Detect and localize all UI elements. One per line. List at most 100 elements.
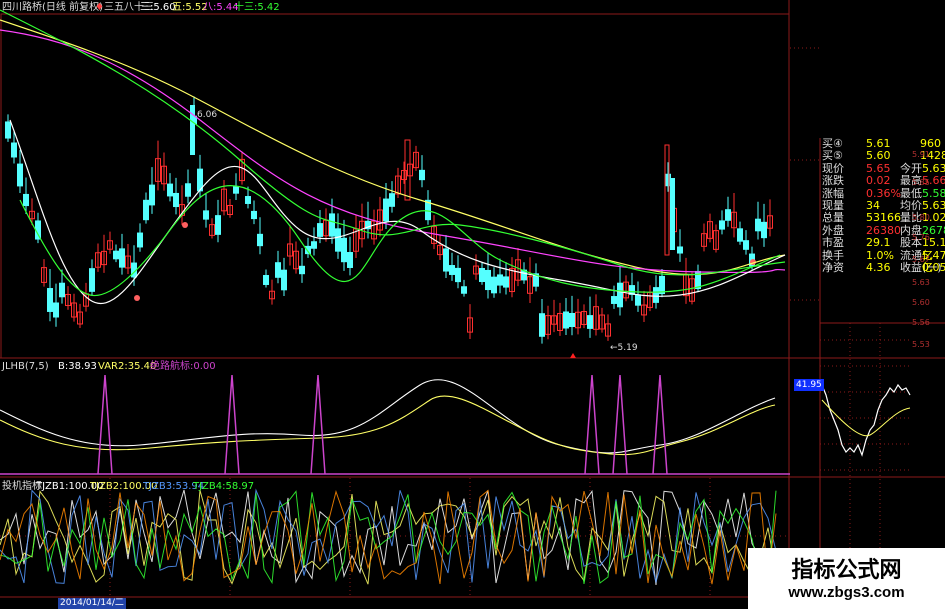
quote-label: 总量	[822, 211, 844, 225]
candle-body	[665, 173, 671, 187]
candle-body	[317, 223, 323, 237]
candle-body	[53, 302, 59, 318]
candle-body	[539, 313, 545, 337]
date-cursor-label: 2014/01/14/二	[58, 598, 126, 609]
moving-average-lines	[0, 9, 786, 304]
candle-body	[347, 252, 353, 268]
signal-spike	[652, 374, 668, 475]
candle-body	[5, 121, 11, 139]
signal-spike	[584, 374, 600, 475]
candle-body	[617, 282, 623, 308]
quote-label: 净资	[822, 260, 844, 274]
candle-body	[233, 186, 239, 194]
candle-body	[341, 237, 347, 263]
candle-body	[185, 183, 191, 197]
candle-body	[449, 265, 455, 275]
candle-body	[725, 209, 731, 221]
candle-body	[23, 193, 29, 207]
candle-body	[113, 250, 119, 260]
axis-tick-label: 5.91	[912, 150, 930, 159]
candle-body	[755, 218, 761, 232]
candlestick-series	[5, 96, 773, 358]
candle-body	[59, 282, 65, 298]
candle-body	[203, 210, 209, 220]
triangle-marker-icon	[570, 353, 576, 358]
candle-body	[419, 169, 425, 181]
watermark-url: www.zbgs3.com	[788, 584, 905, 601]
candle-body	[11, 142, 17, 158]
quote-value: 0.02	[866, 174, 891, 188]
candle-body	[563, 311, 569, 329]
candle-body	[17, 163, 23, 187]
candle-body	[670, 178, 675, 250]
candle-body	[485, 269, 491, 291]
signal-spike	[612, 374, 628, 475]
intraday-value-label: 41.95	[794, 379, 824, 391]
candle-body	[587, 315, 593, 329]
candle-body	[299, 265, 305, 275]
candle-body	[251, 210, 257, 220]
watermark-logo: 指标公式网 www.zbgs3.com	[748, 548, 945, 609]
chart-title: 四川路桥(日线 前复权)	[2, 2, 103, 13]
axis-tick-label: 5.63	[912, 278, 930, 287]
axis-tick-label: 5.56	[912, 318, 930, 327]
axis-tick-label: 5.76	[912, 233, 930, 242]
candle-body	[167, 183, 173, 197]
candle-body	[215, 215, 221, 235]
candle-body	[664, 144, 670, 256]
candle-body	[479, 267, 485, 283]
quote-value: 4.36	[866, 260, 891, 274]
quote-label: 买⑤	[822, 149, 843, 163]
indicator1-b: B:38.93	[58, 361, 97, 372]
candle-body	[47, 288, 53, 312]
ma-marker-icon: ♦	[95, 2, 104, 13]
ma8-line	[0, 29, 786, 274]
candle-body	[455, 267, 461, 283]
candle-body	[173, 192, 179, 208]
candle-body	[677, 246, 683, 254]
indicator2-lines	[0, 488, 777, 585]
axis-tick-label: 5.60	[912, 298, 930, 307]
candle-body	[389, 193, 395, 207]
high-price-annotation: 6.06	[197, 110, 218, 120]
candle-body	[497, 274, 503, 286]
signal-spike	[97, 374, 113, 475]
ma5-line	[0, 19, 786, 276]
candle-body	[503, 276, 509, 288]
low-price-annotation: ←5.19	[610, 343, 638, 353]
candle-body	[761, 221, 767, 239]
signal-spike	[310, 374, 326, 475]
candle-body	[737, 228, 743, 242]
candle-body	[743, 240, 749, 250]
indicator1-lines	[0, 374, 790, 475]
candle-body	[659, 275, 665, 295]
quote-value: 29.1	[866, 236, 891, 250]
candle-body	[149, 184, 155, 206]
candle-body	[491, 276, 497, 294]
candle-body	[611, 296, 617, 304]
axis-tick-label: 5.85	[912, 178, 930, 187]
candle-body	[257, 233, 263, 247]
indicator1-var2: VAR2:35.40	[98, 361, 157, 372]
quote-label: 市盈	[822, 236, 844, 250]
candle-body	[263, 275, 269, 285]
candle-body	[143, 199, 149, 221]
candle-body	[461, 286, 467, 294]
watermark-title: 指标公式网	[791, 558, 902, 583]
signal-spike	[224, 374, 240, 475]
candle-body	[119, 248, 125, 268]
indicator2-tjzb4: TJZB4:58.97	[193, 481, 255, 492]
candle-body	[311, 241, 317, 249]
axis-tick-label: 5.53	[912, 340, 930, 349]
quote-value: 5.60	[866, 149, 891, 163]
ma13-line	[0, 9, 786, 276]
candle-body	[245, 196, 251, 204]
quote-label: 涨跌	[822, 174, 844, 188]
candle-body	[329, 213, 335, 237]
signal-marker-icon	[134, 295, 140, 301]
quote-value: 53166	[866, 211, 901, 225]
indicator1-signal: 绝路航标:0.00	[150, 361, 216, 372]
candle-body	[569, 312, 575, 328]
indicator1-name: JLHB(7,5)	[2, 361, 49, 372]
candle-body	[653, 287, 659, 303]
